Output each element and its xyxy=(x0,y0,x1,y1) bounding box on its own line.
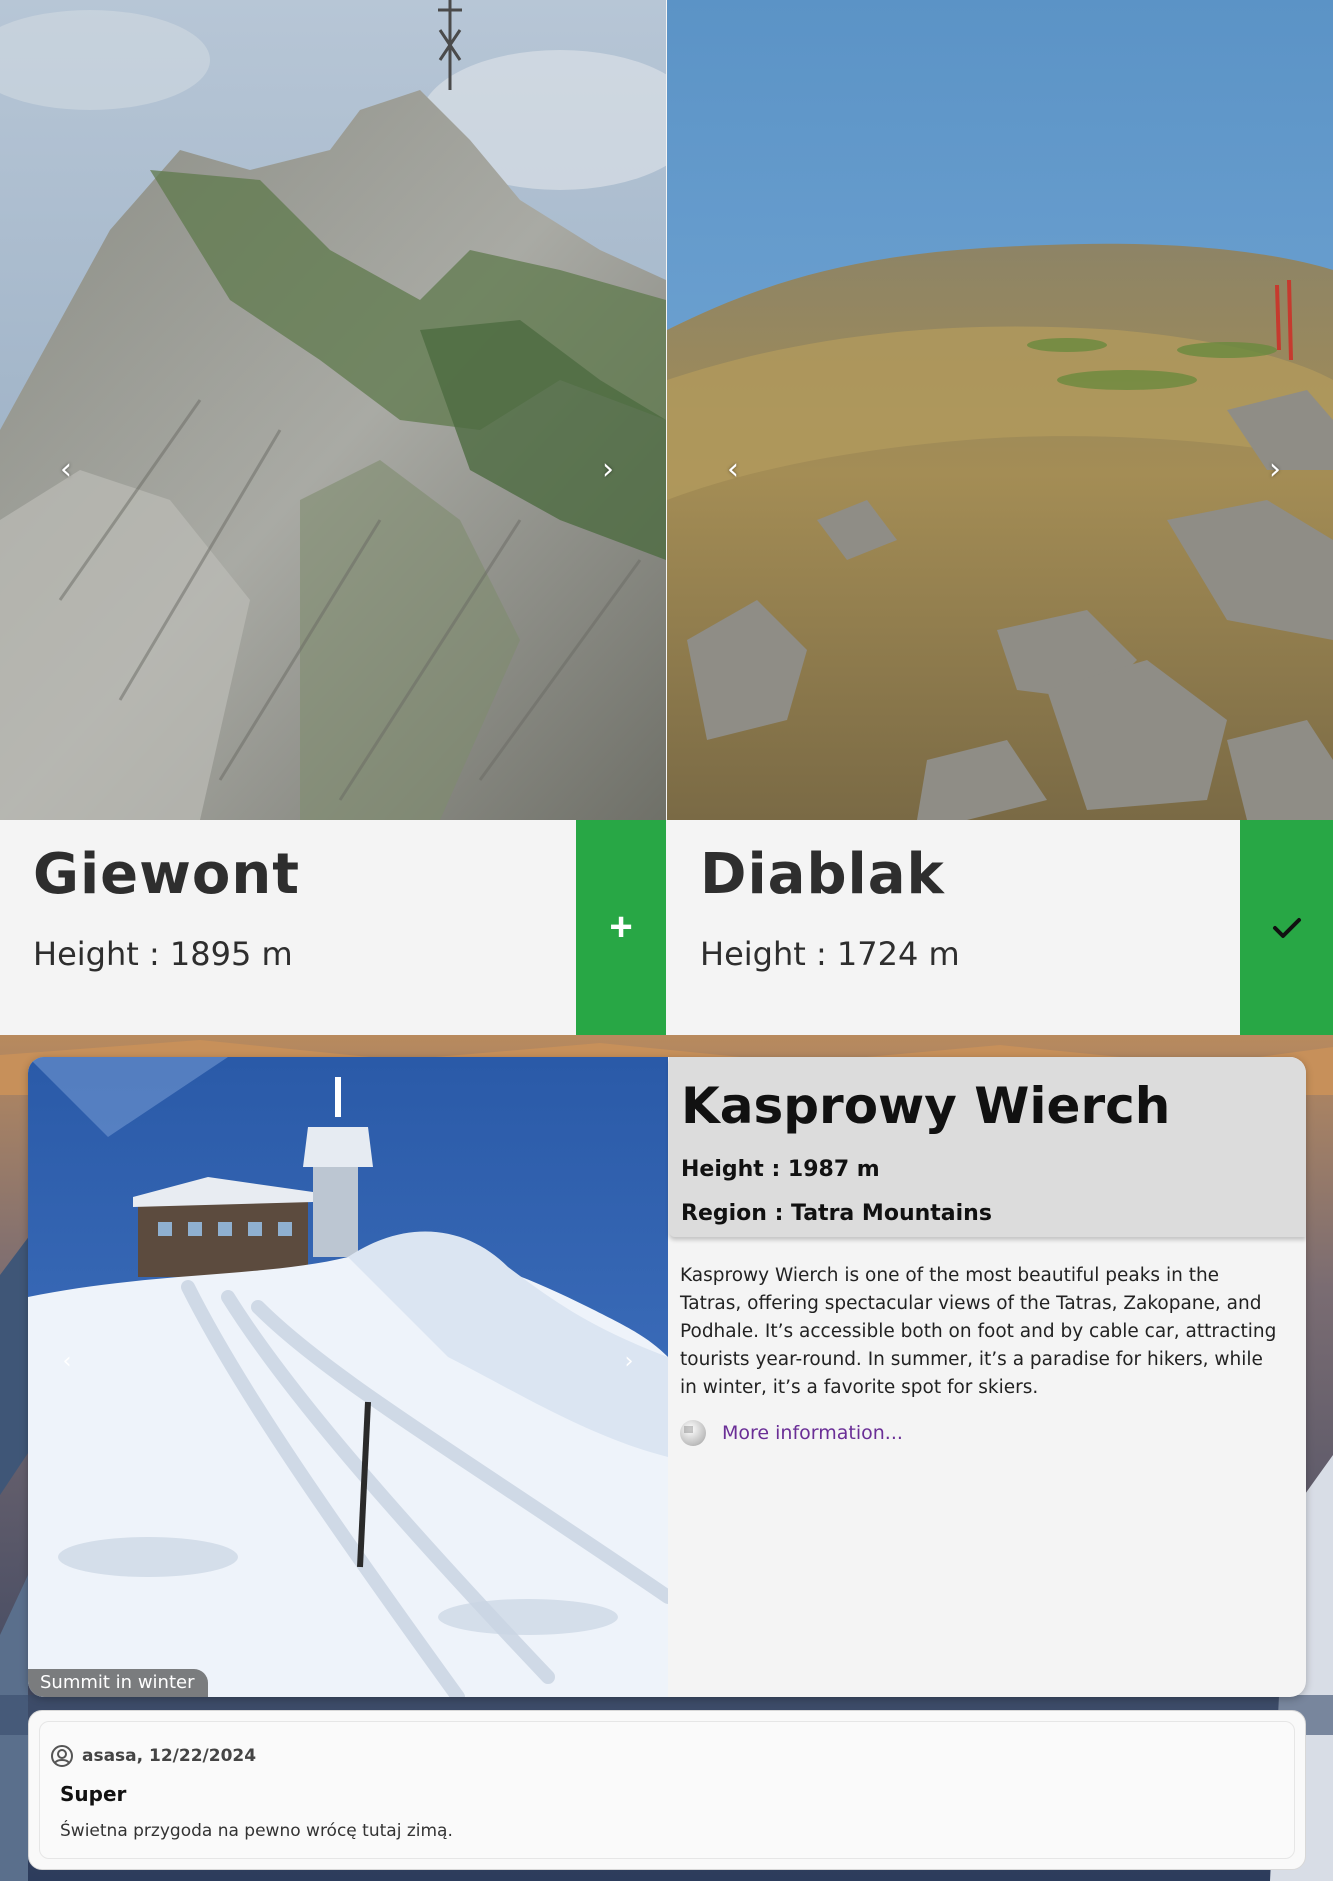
kasprowy-winter-image xyxy=(28,1057,668,1697)
carousel-next-button[interactable]: › xyxy=(1255,450,1295,490)
carousel-next-button[interactable]: › xyxy=(614,1347,644,1377)
detail-photo-carousel: ‹ › Summit in winter xyxy=(28,1057,668,1697)
peak-detail-panel: ‹ › Summit in winter Kasprowy Wierch Hei… xyxy=(28,1057,1306,1697)
user-circle-icon xyxy=(51,1745,73,1767)
check-icon xyxy=(1272,917,1301,938)
comment-card xyxy=(28,1710,1306,1870)
comment-author: asasa, 12/22/2024 xyxy=(50,1744,256,1768)
peak-card-giewont: ‹ › Giewont Height : 1895 m + xyxy=(0,0,666,1035)
detail-peak-region: Region : Tatra Mountains xyxy=(681,1201,992,1226)
peak-photo-giewont: ‹ › xyxy=(0,0,666,820)
detail-header: Kasprowy Wierch Height : 1987 m Region :… xyxy=(669,1057,1306,1237)
more-information-link[interactable]: More information... xyxy=(722,1422,903,1444)
comment-title: Super xyxy=(60,1782,127,1806)
peak-height: Height : 1724 m xyxy=(700,935,960,973)
detail-description: Kasprowy Wierch is one of the most beaut… xyxy=(680,1265,1277,1398)
comment-author-line: asasa, 12/22/2024 xyxy=(82,1746,257,1766)
photo-caption: Summit in winter xyxy=(28,1669,209,1697)
diablak-mountain-image xyxy=(667,0,1333,820)
carousel-prev-button[interactable]: ‹ xyxy=(46,450,86,490)
plus-icon: + xyxy=(609,905,633,949)
more-information-row: More information... xyxy=(680,1420,903,1446)
add-peak-button[interactable]: + xyxy=(576,820,666,1035)
giewont-mountain-image xyxy=(0,0,666,820)
peak-name: Giewont xyxy=(33,842,300,907)
comment-text: Świetna przygoda na pewno wrócę tutaj zi… xyxy=(60,1821,453,1841)
wikipedia-icon xyxy=(680,1420,706,1446)
peak-photo-diablak: ‹ › xyxy=(667,0,1333,820)
carousel-prev-button[interactable]: ‹ xyxy=(713,450,753,490)
peak-info-diablak: Diablak Height : 1724 m xyxy=(667,820,1333,1035)
detail-peak-height: Height : 1987 m xyxy=(681,1157,880,1182)
carousel-next-button[interactable]: › xyxy=(588,450,628,490)
peak-info-giewont: Giewont Height : 1895 m + xyxy=(0,820,666,1035)
carousel-prev-button[interactable]: ‹ xyxy=(52,1347,82,1377)
visited-peak-button[interactable] xyxy=(1240,820,1333,1035)
peak-name: Diablak xyxy=(700,842,945,907)
peak-card-diablak: ‹ › Diablak Height : 1724 m xyxy=(667,0,1333,1035)
peak-height: Height : 1895 m xyxy=(33,935,293,973)
detail-peak-name: Kasprowy Wierch xyxy=(681,1077,1171,1135)
